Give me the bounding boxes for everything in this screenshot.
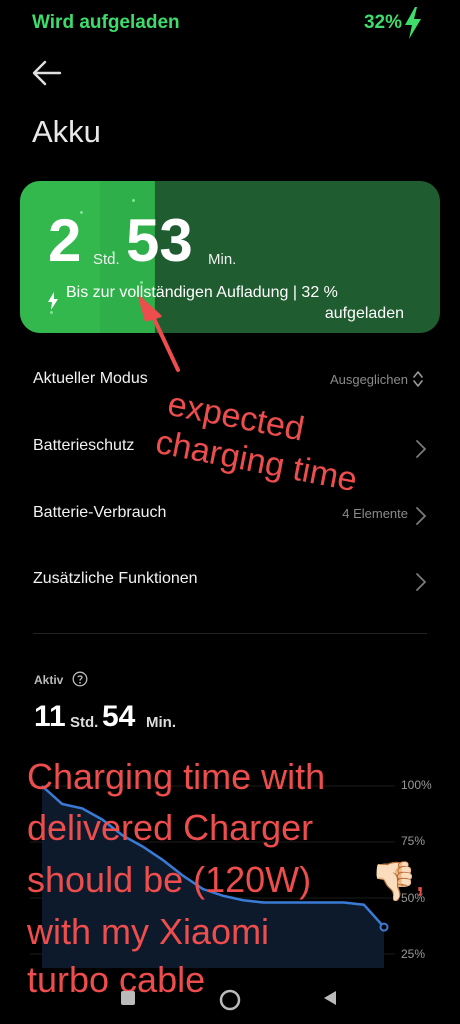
page-title: Akku bbox=[32, 114, 101, 149]
hours-value: 2 bbox=[48, 207, 82, 274]
updown-icon bbox=[413, 371, 423, 387]
charging-status-text: Wird aufgeladen bbox=[32, 12, 180, 33]
back-arrow-icon[interactable] bbox=[30, 58, 64, 88]
back-icon[interactable] bbox=[320, 988, 340, 1008]
y-tick-label: 75% bbox=[401, 834, 426, 848]
battery-level-chart: 100% 75% 50% 25% bbox=[0, 760, 460, 980]
row-label: Aktueller Modus bbox=[33, 370, 148, 387]
home-icon[interactable] bbox=[218, 988, 242, 1012]
section-divider bbox=[33, 633, 427, 634]
battery-percent: 32% bbox=[363, 12, 402, 33]
status-bar: Wird aufgeladen 32% bbox=[0, 0, 460, 46]
active-time: 11 Std. 54 Min. bbox=[34, 700, 294, 740]
charging-bolt-icon bbox=[405, 7, 421, 39]
row-label: Batterie-Verbrauch bbox=[33, 504, 167, 521]
charging-time-card: 2 Std. 53 Min. Bis zur vollständigen Auf… bbox=[20, 181, 440, 333]
row-label: Zusätzliche Funktionen bbox=[33, 570, 198, 587]
row-additional-functions[interactable]: Zusätzliche Funktionen bbox=[0, 554, 460, 610]
row-current-mode[interactable]: Aktueller Modus Ausgeglichen bbox=[0, 354, 460, 410]
recent-apps-icon[interactable] bbox=[118, 988, 138, 1008]
chart-plot bbox=[30, 785, 395, 968]
active-hours-unit: Std. bbox=[70, 714, 99, 731]
y-tick-label: 25% bbox=[401, 947, 426, 961]
active-minutes-unit: Min. bbox=[146, 714, 176, 731]
row-label: Batterieschutz bbox=[33, 437, 135, 454]
charge-subtitle-cont: aufgeladen bbox=[324, 305, 404, 322]
row-battery-usage[interactable]: Batterie-Verbrauch 4 Elemente bbox=[0, 488, 460, 544]
chart-end-point bbox=[379, 922, 389, 932]
chevron-right-icon bbox=[416, 440, 427, 458]
minutes-value: 53 bbox=[126, 207, 193, 274]
y-tick-label: 100% bbox=[401, 778, 432, 792]
minutes-unit: Min. bbox=[208, 251, 237, 268]
system-nav-bar bbox=[0, 980, 460, 1024]
row-value: 4 Elemente bbox=[342, 506, 408, 521]
active-label: Aktiv bbox=[34, 673, 64, 687]
chevron-right-icon bbox=[416, 573, 427, 591]
active-hours: 11 bbox=[34, 700, 66, 733]
y-tick-label: 50% bbox=[401, 891, 426, 905]
help-icon[interactable] bbox=[72, 671, 88, 687]
active-minutes: 54 bbox=[102, 700, 136, 733]
charge-subtitle: Bis zur vollständigen Aufladung | 32 % bbox=[66, 284, 338, 301]
charging-bolt-icon bbox=[48, 292, 58, 310]
hours-unit: Std. bbox=[93, 251, 120, 268]
sparkle-dot bbox=[132, 199, 135, 202]
row-value: Ausgeglichen bbox=[329, 372, 408, 387]
sparkle-dot bbox=[50, 311, 53, 314]
chevron-right-icon bbox=[416, 507, 427, 525]
row-battery-protection[interactable]: Batterieschutz bbox=[0, 421, 460, 477]
